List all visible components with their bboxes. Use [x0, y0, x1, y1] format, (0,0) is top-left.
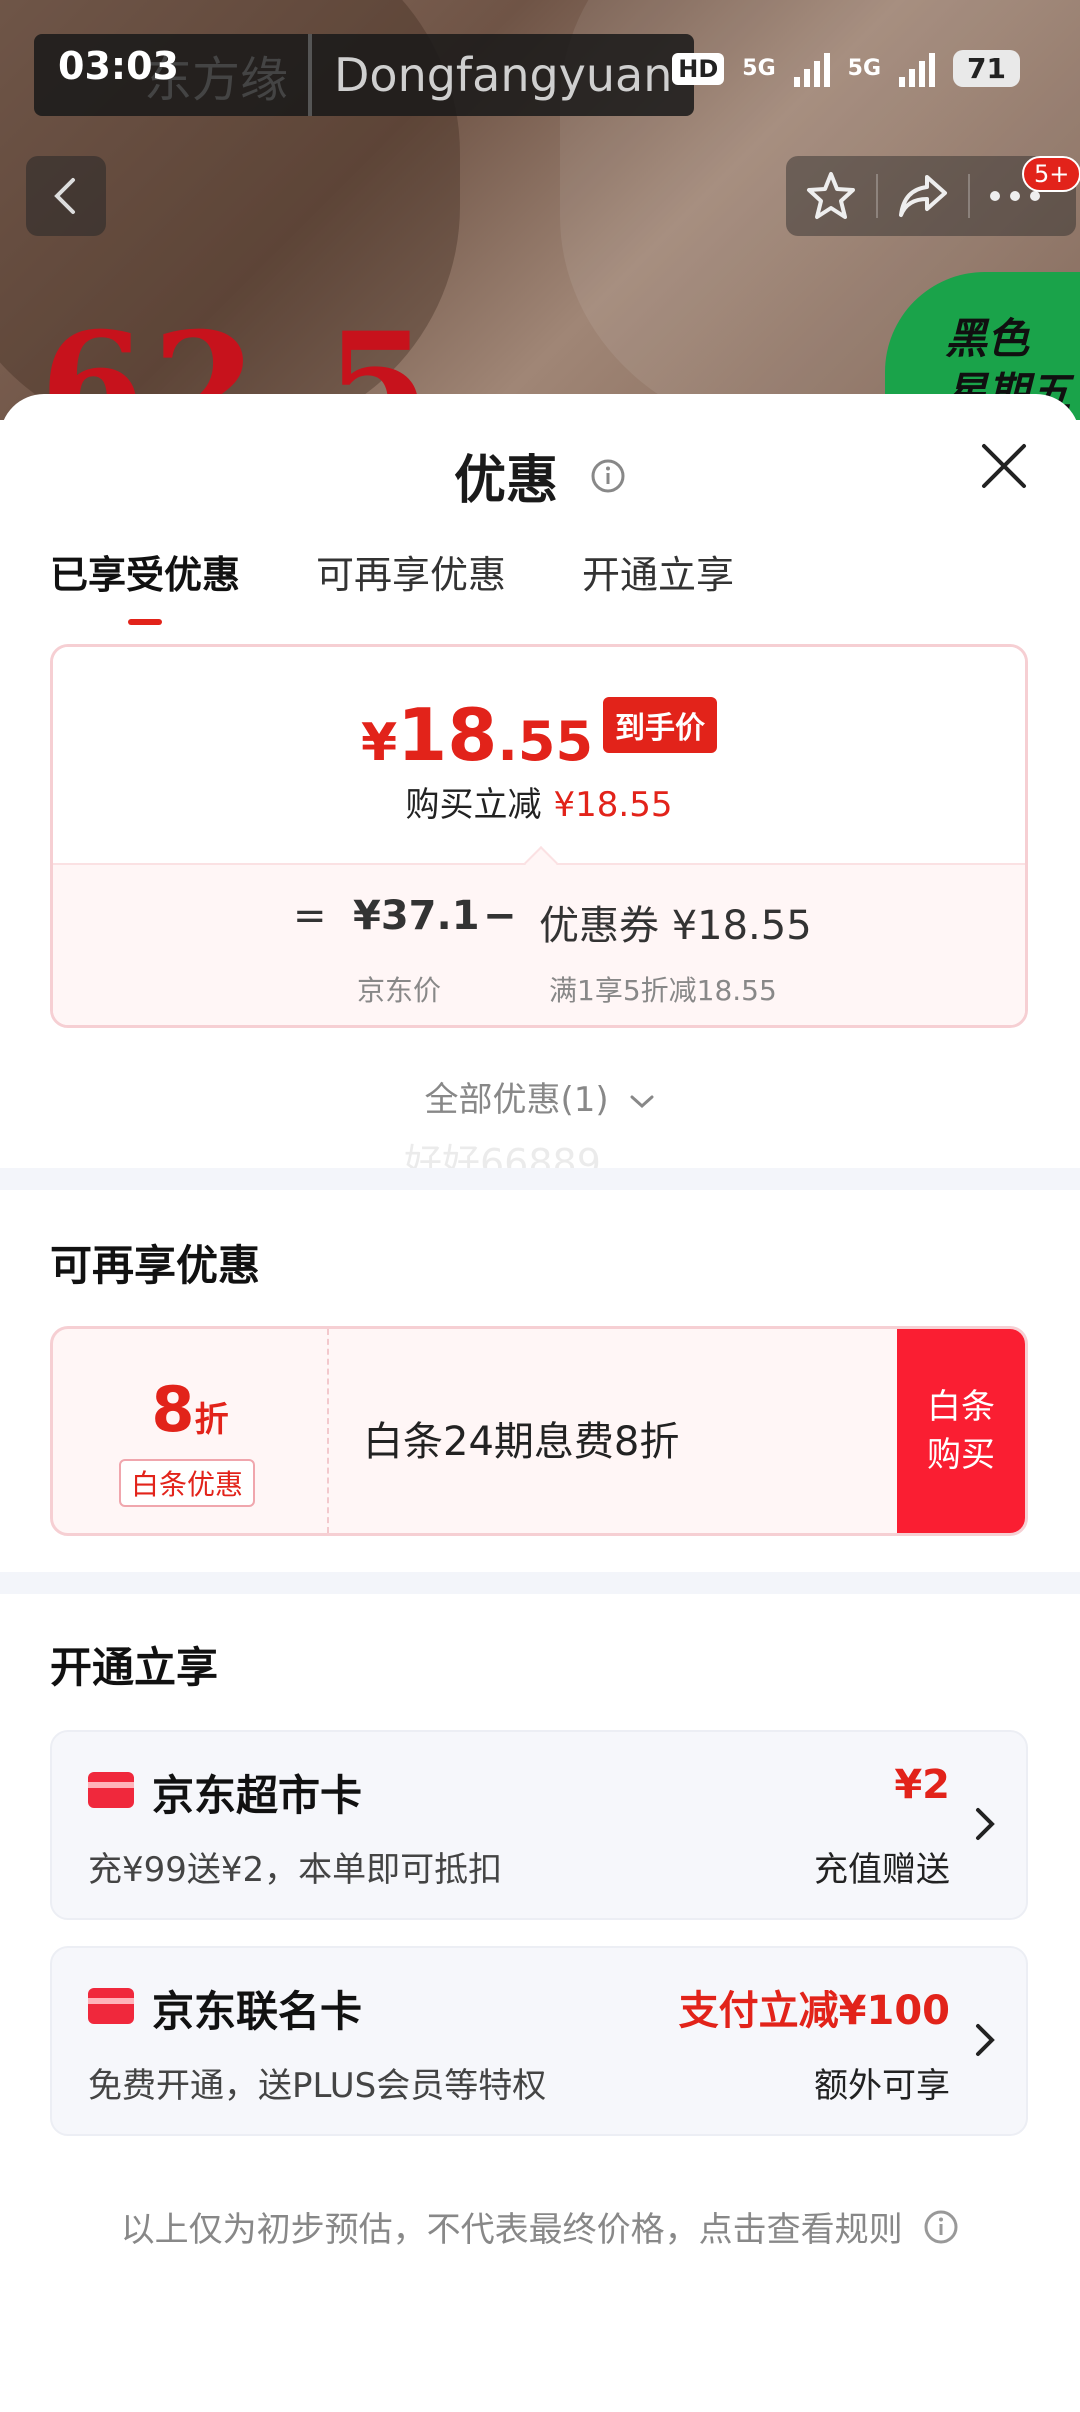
promo-badge-line1: 黑色 [945, 314, 1030, 363]
footnote-text: 以上仅为初步预估，不代表最终价格，点击查看规则 [120, 2210, 903, 2250]
star-icon [807, 172, 855, 219]
final-price-tag: 到手价 [603, 697, 718, 753]
cobrand-card-offer[interactable]: 京东联名卡 免费开通，送PLUS会员等特权 支付立减¥100 额外可享 [50, 1946, 1028, 2136]
offer-price: 支付立减¥100 [678, 1988, 950, 2034]
discount-number: 8 [151, 1373, 195, 1446]
offer-sub: 额外可享 [814, 2066, 950, 2106]
offers-sheet: 优惠 已享受优惠 可再享优惠 开通立享 ¥18.55 到手价 购买立减 ¥18.55… [0, 394, 1080, 2412]
offer-title: 京东联名卡 [152, 1987, 363, 2036]
section-divider [0, 1572, 1080, 1594]
message-badge: 5+ [1022, 156, 1080, 192]
brand-name-en: Dongfangyuan [334, 48, 673, 102]
reduce-label: 购买立减 [405, 785, 542, 825]
offer-desc: 免费开通，送PLUS会员等特权 [88, 2066, 547, 2106]
chevron-right-icon [976, 2024, 995, 2056]
net-label-1: 5G [742, 56, 776, 81]
price-integer: 18 [397, 693, 498, 777]
net-label-2: 5G [847, 56, 882, 81]
baitiao-tag: 白条优惠 [119, 1459, 256, 1507]
offer-price: ¥2 [894, 1762, 950, 1808]
sheet-title-text: 优惠 [453, 451, 558, 511]
share-button[interactable] [878, 156, 968, 236]
price-card: ¥18.55 到手价 购买立减 ¥18.55 = ¥37.1 − 优惠券 ¥18.5… [50, 644, 1028, 1028]
reduce-line: 购买立减 ¥18.55 [53, 777, 1025, 826]
info-icon[interactable] [590, 458, 626, 494]
battery-icon: 71 [953, 50, 1020, 87]
coupon-amount: 优惠券 ¥18.55 [539, 903, 812, 949]
baitiao-discount-block: 8折 白条优惠 [53, 1329, 329, 1533]
price-card-top: ¥18.55 到手价 购买立减 ¥18.55 [53, 647, 1025, 863]
all-offers-toggle[interactable]: 全部优惠(1) [0, 1072, 1080, 1121]
card-icon [88, 1772, 134, 1808]
info-icon [924, 2210, 958, 2243]
final-price: ¥18.55 到手价 [53, 693, 1025, 777]
share-icon [899, 175, 947, 217]
baitiao-desc: 白条24期息费8折 [363, 1419, 680, 1465]
chevron-right-icon [976, 1808, 995, 1840]
breakdown-row: = ¥37.1 − 优惠券 ¥18.55 [53, 893, 1025, 953]
price-currency: ¥ [360, 713, 398, 773]
jd-price-label: 京东价 [357, 974, 442, 1007]
signal-icon [793, 51, 830, 87]
coupon-rule: 满1享5折减18.55 [549, 974, 777, 1007]
section-title-open: 开通立享 [50, 1643, 219, 1692]
back-button[interactable] [26, 156, 106, 236]
offer-tabs: 已享受优惠 可再享优惠 开通立享 [50, 544, 734, 625]
close-icon[interactable] [978, 440, 1030, 492]
tab-open[interactable]: 开通立享 [582, 544, 734, 619]
status-time: 03:03 [58, 44, 179, 88]
all-offers-label: 全部优惠(1) [424, 1080, 609, 1120]
hd-icon: HD [672, 52, 725, 85]
tab-more[interactable]: 可再享优惠 [316, 544, 506, 619]
sheet-title: 优惠 [0, 438, 1080, 513]
tab-enjoyed[interactable]: 已享受优惠 [50, 544, 240, 625]
equals-sign: = [293, 893, 327, 939]
offer-sub: 充值赠送 [814, 1850, 950, 1890]
discount-unit: 折 [194, 1400, 229, 1440]
reduce-value: ¥18.55 [553, 785, 673, 825]
section-title-more: 可再享优惠 [50, 1241, 261, 1290]
chevron-down-icon [630, 1095, 654, 1108]
price-decimal: .55 [497, 710, 594, 773]
jd-price: ¥37.1 [353, 893, 480, 939]
card-icon [88, 1988, 134, 2024]
offer-title: 京东超市卡 [152, 1771, 363, 1820]
favorite-button[interactable] [786, 156, 876, 236]
rules-footnote[interactable]: 以上仅为初步预估，不代表最终价格，点击查看规则 [0, 2202, 1080, 2251]
price-breakdown: = ¥37.1 − 优惠券 ¥18.55 京东价 满1享5折减18.55 [53, 863, 1025, 1025]
supermarket-card-offer[interactable]: 京东超市卡 充¥99送¥2，本单即可抵扣 ¥2 充值赠送 [50, 1730, 1028, 1920]
status-indicators: HD 5G 5G 71 [672, 50, 1020, 87]
baitiao-buy-button[interactable]: 白条购买 [897, 1329, 1025, 1533]
baitiao-discount: 8折 [53, 1373, 327, 1446]
section-divider [0, 1168, 1080, 1190]
status-bar: 东方缘 Dongfangyuan 03:03 HD 5G 5G 71 [0, 0, 1080, 140]
signal-icon-2 [899, 51, 936, 87]
offer-desc: 充¥99送¥2，本单即可抵扣 [88, 1850, 503, 1890]
minus-sign: − [483, 893, 517, 939]
chevron-left-icon [54, 178, 75, 214]
baitiao-offer-card: 8折 白条优惠 白条24期息费8折 白条购买 [50, 1326, 1028, 1536]
